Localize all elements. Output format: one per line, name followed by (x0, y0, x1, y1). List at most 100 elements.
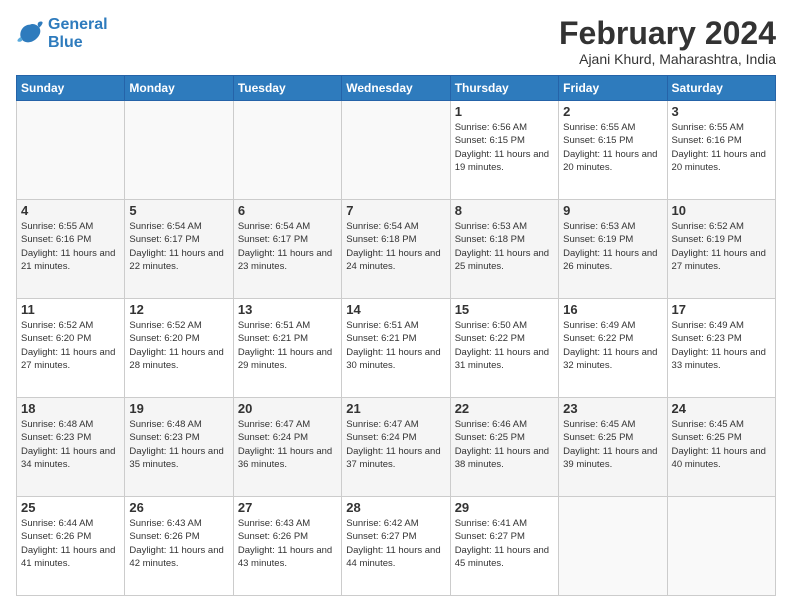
calendar-cell (667, 497, 775, 596)
logo-text: General Blue (48, 16, 108, 51)
title-block: February 2024 Ajani Khurd, Maharashtra, … (559, 16, 776, 67)
day-info: Sunrise: 6:52 AM Sunset: 6:20 PM Dayligh… (129, 319, 228, 372)
calendar-cell: 23 Sunrise: 6:45 AM Sunset: 6:25 PM Dayli… (559, 398, 667, 497)
calendar-cell: 2 Sunrise: 6:55 AM Sunset: 6:15 PM Daylig… (559, 101, 667, 200)
day-number: 21 (346, 401, 445, 416)
day-info: Sunrise: 6:52 AM Sunset: 6:19 PM Dayligh… (672, 220, 771, 273)
day-number: 19 (129, 401, 228, 416)
calendar-cell: 26 Sunrise: 6:43 AM Sunset: 6:26 PM Dayli… (125, 497, 233, 596)
weekday-header-saturday: Saturday (667, 76, 775, 101)
weekday-header-wednesday: Wednesday (342, 76, 450, 101)
day-number: 18 (21, 401, 120, 416)
day-info: Sunrise: 6:50 AM Sunset: 6:22 PM Dayligh… (455, 319, 554, 372)
day-info: Sunrise: 6:45 AM Sunset: 6:25 PM Dayligh… (563, 418, 662, 471)
day-info: Sunrise: 6:53 AM Sunset: 6:19 PM Dayligh… (563, 220, 662, 273)
day-number: 6 (238, 203, 337, 218)
calendar-cell (233, 101, 341, 200)
day-number: 12 (129, 302, 228, 317)
day-info: Sunrise: 6:56 AM Sunset: 6:15 PM Dayligh… (455, 121, 554, 174)
day-info: Sunrise: 6:47 AM Sunset: 6:24 PM Dayligh… (238, 418, 337, 471)
day-info: Sunrise: 6:54 AM Sunset: 6:18 PM Dayligh… (346, 220, 445, 273)
calendar-cell: 18Sunrise: 6:48 AM Sunset: 6:23 PM Dayli… (17, 398, 125, 497)
day-info: Sunrise: 6:49 AM Sunset: 6:22 PM Dayligh… (563, 319, 662, 372)
calendar-cell (125, 101, 233, 200)
day-number: 3 (672, 104, 771, 119)
calendar-cell: 9 Sunrise: 6:53 AM Sunset: 6:19 PM Daylig… (559, 200, 667, 299)
day-info: Sunrise: 6:41 AM Sunset: 6:27 PM Dayligh… (455, 517, 554, 570)
weekday-header-thursday: Thursday (450, 76, 558, 101)
calendar-week-5: 25Sunrise: 6:44 AM Sunset: 6:26 PM Dayli… (17, 497, 776, 596)
calendar-week-3: 11Sunrise: 6:52 AM Sunset: 6:20 PM Dayli… (17, 299, 776, 398)
logo: General Blue (16, 16, 108, 51)
calendar-cell: 21 Sunrise: 6:47 AM Sunset: 6:24 PM Dayli… (342, 398, 450, 497)
day-info: Sunrise: 6:51 AM Sunset: 6:21 PM Dayligh… (238, 319, 337, 372)
day-info: Sunrise: 6:55 AM Sunset: 6:16 PM Dayligh… (21, 220, 120, 273)
weekday-header-tuesday: Tuesday (233, 76, 341, 101)
calendar-cell: 7Sunrise: 6:54 AM Sunset: 6:18 PM Daylig… (342, 200, 450, 299)
calendar-title: February 2024 (559, 16, 776, 51)
day-info: Sunrise: 6:49 AM Sunset: 6:23 PM Dayligh… (672, 319, 771, 372)
day-number: 14 (346, 302, 445, 317)
weekday-header-friday: Friday (559, 76, 667, 101)
logo-icon (16, 20, 44, 48)
calendar-cell: 27 Sunrise: 6:43 AM Sunset: 6:26 PM Dayli… (233, 497, 341, 596)
day-info: Sunrise: 6:43 AM Sunset: 6:26 PM Dayligh… (129, 517, 228, 570)
day-info: Sunrise: 6:42 AM Sunset: 6:27 PM Dayligh… (346, 517, 445, 570)
calendar-cell: 8 Sunrise: 6:53 AM Sunset: 6:18 PM Daylig… (450, 200, 558, 299)
calendar-week-2: 4 Sunrise: 6:55 AM Sunset: 6:16 PM Daylig… (17, 200, 776, 299)
calendar-cell: 20 Sunrise: 6:47 AM Sunset: 6:24 PM Dayli… (233, 398, 341, 497)
day-number: 24 (672, 401, 771, 416)
calendar-cell: 17Sunrise: 6:49 AM Sunset: 6:23 PM Dayli… (667, 299, 775, 398)
day-info: Sunrise: 6:55 AM Sunset: 6:15 PM Dayligh… (563, 121, 662, 174)
day-number: 28 (346, 500, 445, 515)
day-number: 26 (129, 500, 228, 515)
day-number: 27 (238, 500, 337, 515)
calendar-week-1: 1 Sunrise: 6:56 AM Sunset: 6:15 PM Daylig… (17, 101, 776, 200)
calendar-cell (342, 101, 450, 200)
header: General Blue February 2024 Ajani Khurd, … (16, 16, 776, 67)
calendar-cell: 19 Sunrise: 6:48 AM Sunset: 6:23 PM Dayli… (125, 398, 233, 497)
calendar-cell: 12 Sunrise: 6:52 AM Sunset: 6:20 PM Dayli… (125, 299, 233, 398)
day-number: 23 (563, 401, 662, 416)
calendar-cell: 6 Sunrise: 6:54 AM Sunset: 6:17 PM Daylig… (233, 200, 341, 299)
day-info: Sunrise: 6:44 AM Sunset: 6:26 PM Dayligh… (21, 517, 120, 570)
day-number: 20 (238, 401, 337, 416)
day-number: 1 (455, 104, 554, 119)
day-number: 22 (455, 401, 554, 416)
calendar-cell: 25Sunrise: 6:44 AM Sunset: 6:26 PM Dayli… (17, 497, 125, 596)
day-info: Sunrise: 6:47 AM Sunset: 6:24 PM Dayligh… (346, 418, 445, 471)
day-number: 16 (563, 302, 662, 317)
calendar-cell: 24 Sunrise: 6:45 AM Sunset: 6:25 PM Dayli… (667, 398, 775, 497)
calendar-cell: 22 Sunrise: 6:46 AM Sunset: 6:25 PM Dayli… (450, 398, 558, 497)
calendar-subtitle: Ajani Khurd, Maharashtra, India (559, 51, 776, 67)
calendar-cell: 16 Sunrise: 6:49 AM Sunset: 6:22 PM Dayli… (559, 299, 667, 398)
calendar-cell: 13 Sunrise: 6:51 AM Sunset: 6:21 PM Dayli… (233, 299, 341, 398)
day-number: 29 (455, 500, 554, 515)
day-info: Sunrise: 6:53 AM Sunset: 6:18 PM Dayligh… (455, 220, 554, 273)
calendar-cell: 11Sunrise: 6:52 AM Sunset: 6:20 PM Dayli… (17, 299, 125, 398)
day-number: 15 (455, 302, 554, 317)
calendar-cell: 28 Sunrise: 6:42 AM Sunset: 6:27 PM Dayli… (342, 497, 450, 596)
calendar-cell: 29 Sunrise: 6:41 AM Sunset: 6:27 PM Dayli… (450, 497, 558, 596)
day-number: 4 (21, 203, 120, 218)
calendar-cell: 14 Sunrise: 6:51 AM Sunset: 6:21 PM Dayli… (342, 299, 450, 398)
calendar-cell (17, 101, 125, 200)
weekday-header-sunday: Sunday (17, 76, 125, 101)
day-info: Sunrise: 6:48 AM Sunset: 6:23 PM Dayligh… (129, 418, 228, 471)
day-number: 9 (563, 203, 662, 218)
day-info: Sunrise: 6:54 AM Sunset: 6:17 PM Dayligh… (238, 220, 337, 273)
calendar-cell: 1 Sunrise: 6:56 AM Sunset: 6:15 PM Daylig… (450, 101, 558, 200)
day-number: 8 (455, 203, 554, 218)
calendar-cell: 10 Sunrise: 6:52 AM Sunset: 6:19 PM Dayli… (667, 200, 775, 299)
day-info: Sunrise: 6:46 AM Sunset: 6:25 PM Dayligh… (455, 418, 554, 471)
day-info: Sunrise: 6:51 AM Sunset: 6:21 PM Dayligh… (346, 319, 445, 372)
weekday-header-monday: Monday (125, 76, 233, 101)
calendar-cell: 15 Sunrise: 6:50 AM Sunset: 6:22 PM Dayli… (450, 299, 558, 398)
day-number: 10 (672, 203, 771, 218)
calendar-cell: 4 Sunrise: 6:55 AM Sunset: 6:16 PM Daylig… (17, 200, 125, 299)
day-number: 13 (238, 302, 337, 317)
day-info: Sunrise: 6:45 AM Sunset: 6:25 PM Dayligh… (672, 418, 771, 471)
day-number: 2 (563, 104, 662, 119)
day-info: Sunrise: 6:43 AM Sunset: 6:26 PM Dayligh… (238, 517, 337, 570)
weekday-header-row: SundayMondayTuesdayWednesdayThursdayFrid… (17, 76, 776, 101)
